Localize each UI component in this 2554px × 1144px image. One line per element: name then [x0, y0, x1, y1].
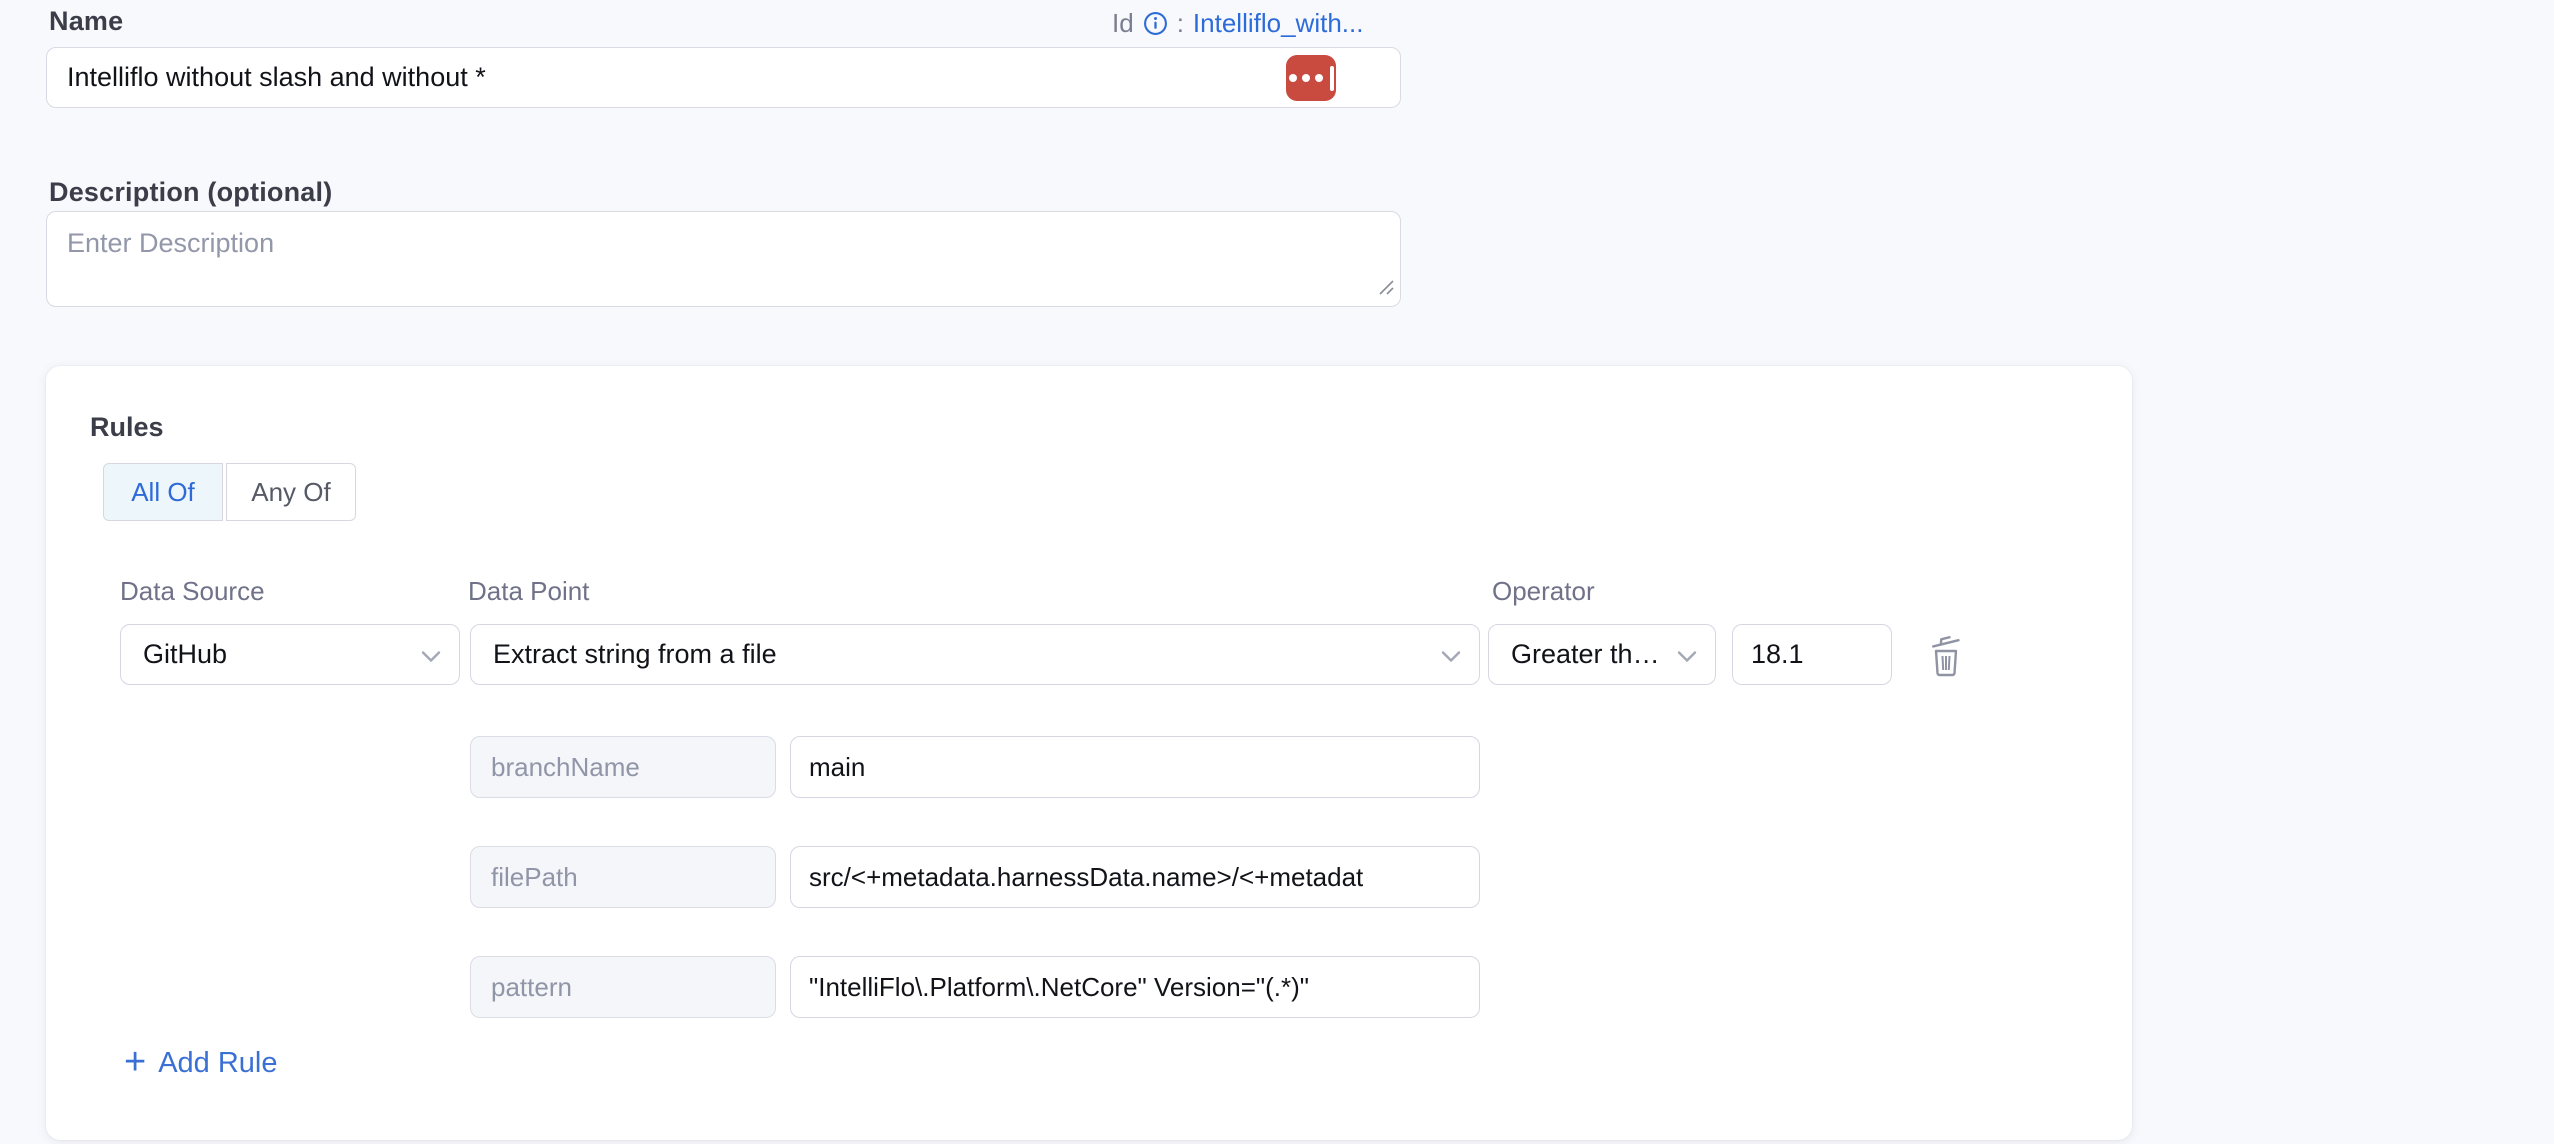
operator-label: Operator	[1492, 576, 1595, 607]
id-separator: :	[1177, 8, 1184, 39]
comparison-value-input[interactable]	[1733, 625, 1891, 684]
param-file-path-input[interactable]	[791, 847, 1479, 907]
data-source-value: GitHub	[143, 639, 227, 670]
description-label: Description (optional)	[49, 177, 332, 208]
param-key-pattern: pattern	[470, 956, 776, 1018]
operator-select[interactable]: Greater than ...	[1488, 624, 1716, 685]
chevron-down-icon	[421, 639, 441, 670]
rules-title: Rules	[90, 412, 164, 443]
param-value-container	[790, 736, 1480, 798]
comparison-value-container	[1732, 624, 1892, 685]
operator-value: Greater than ...	[1511, 639, 1663, 670]
add-rule-label: Add Rule	[158, 1047, 277, 1080]
data-point-value: Extract string from a file	[493, 639, 777, 670]
param-key-file-path: filePath	[470, 846, 776, 908]
match-type-toggle: All Of Any Of	[103, 463, 356, 521]
chevron-down-icon	[1677, 639, 1697, 670]
rule-editor-page: Name Id : Intelliflo_with... Description…	[0, 0, 2554, 1144]
name-field-container	[46, 47, 1401, 108]
toggle-any-of[interactable]: Any Of	[226, 463, 356, 521]
id-label: Id	[1112, 8, 1134, 39]
resize-handle-icon[interactable]	[1377, 278, 1395, 301]
param-value-container	[790, 846, 1480, 908]
chevron-down-icon	[1441, 639, 1461, 670]
data-source-label: Data Source	[120, 576, 265, 607]
name-label: Name	[49, 6, 123, 37]
param-pattern-input[interactable]	[791, 957, 1479, 1017]
data-source-select[interactable]: GitHub	[120, 624, 460, 685]
param-branch-name-input[interactable]	[791, 737, 1479, 797]
add-rule-button[interactable]: + Add Rule	[124, 1046, 278, 1081]
plus-icon: +	[124, 1043, 146, 1081]
entity-id-link[interactable]: Intelliflo_with...	[1193, 8, 1364, 39]
entity-id-row: Id : Intelliflo_with...	[1112, 8, 1363, 39]
toggle-all-of[interactable]: All Of	[103, 463, 223, 521]
trash-icon	[1927, 634, 1965, 678]
data-point-select[interactable]: Extract string from a file	[470, 624, 1480, 685]
delete-rule-button[interactable]	[1924, 632, 1968, 680]
param-key-branch-name: branchName	[470, 736, 776, 798]
param-value-container	[790, 956, 1480, 1018]
name-input[interactable]	[47, 48, 1400, 107]
description-field-container	[46, 211, 1401, 307]
data-point-label: Data Point	[468, 576, 589, 607]
info-circle-icon[interactable]	[1143, 11, 1168, 36]
password-manager-icon[interactable]	[1286, 55, 1336, 101]
rules-card: Rules All Of Any Of Data Source Data Poi…	[46, 366, 2132, 1140]
description-textarea[interactable]	[47, 212, 1400, 306]
